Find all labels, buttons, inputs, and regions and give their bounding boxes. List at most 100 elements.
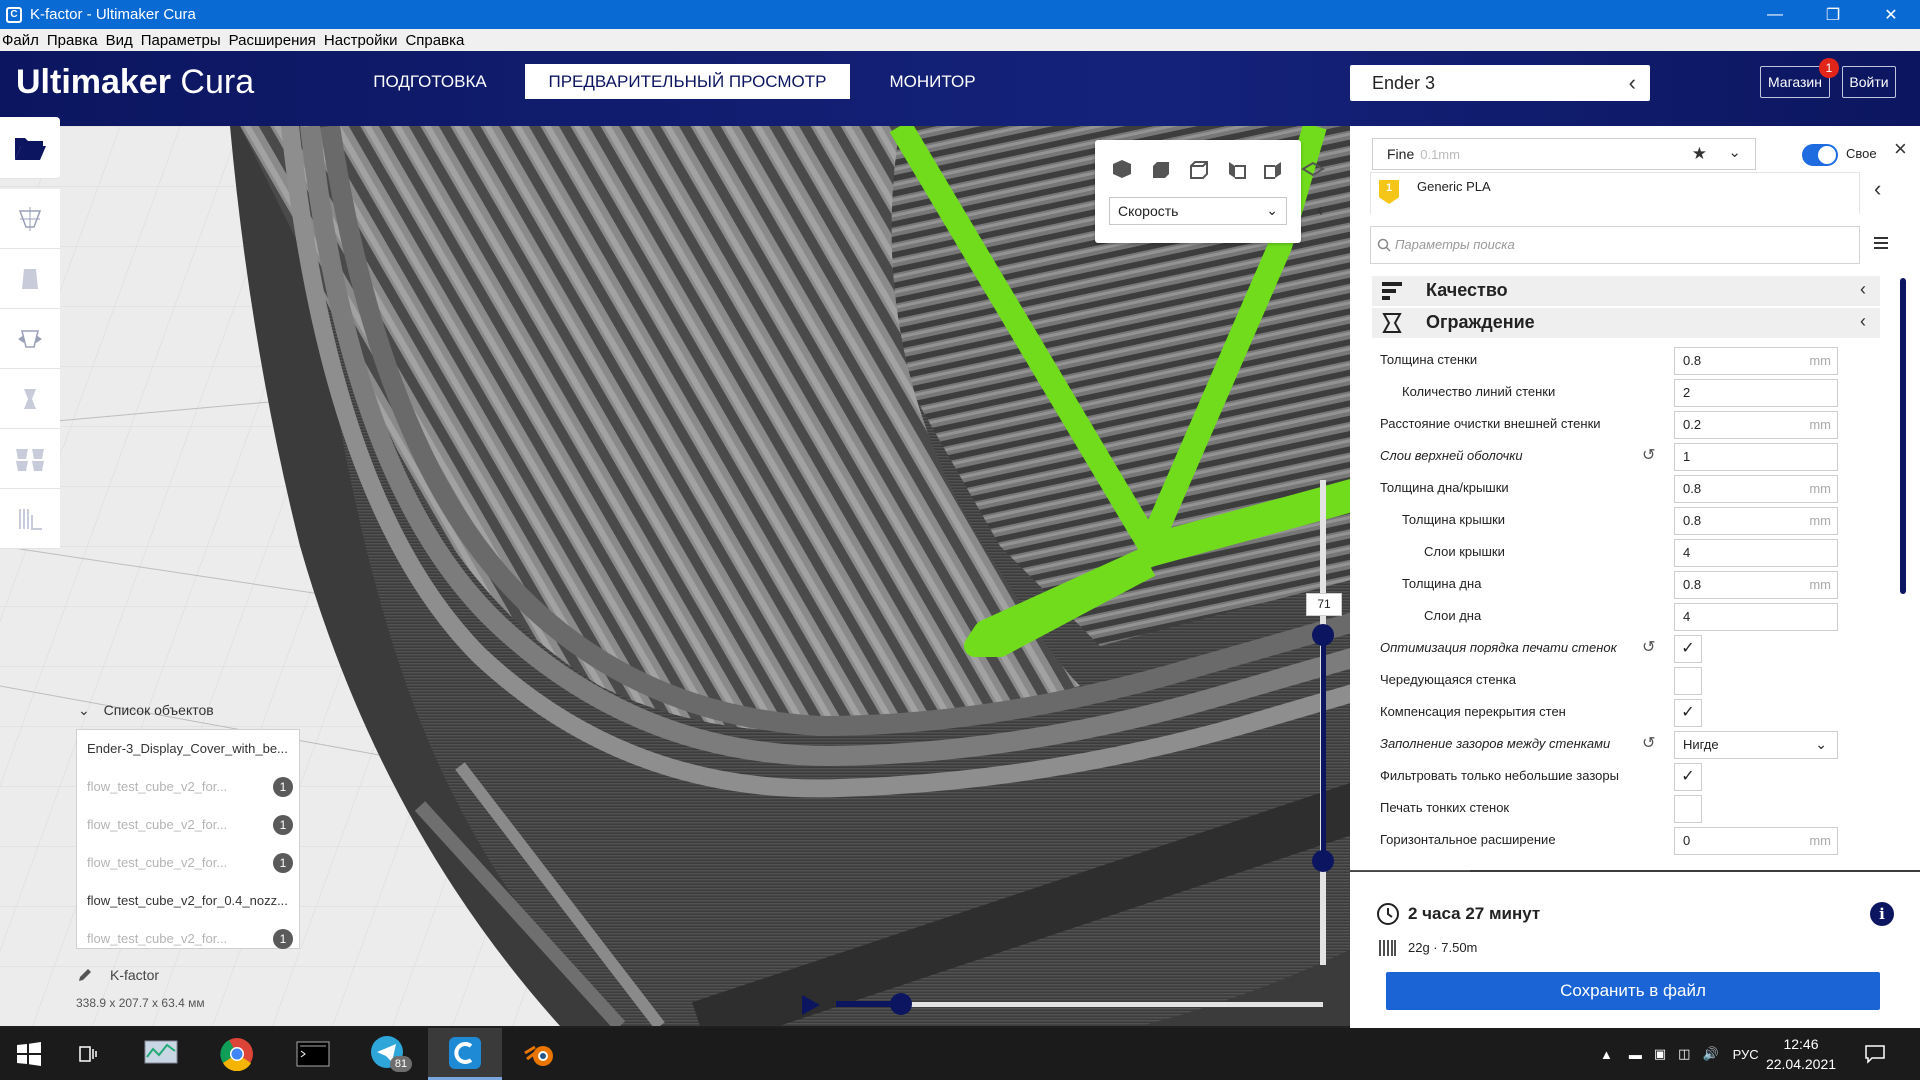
3d-view-icon[interactable]: [1111, 158, 1135, 180]
usb-icon[interactable]: ▬: [1629, 1047, 1642, 1062]
signin-button[interactable]: Войти: [1842, 66, 1896, 98]
setting-checkbox[interactable]: [1674, 667, 1702, 695]
category-shell[interactable]: Ограждение ‹: [1372, 308, 1880, 338]
job-name[interactable]: K-factor: [110, 967, 159, 983]
tab-preview[interactable]: ПРЕДВАРИТЕЛЬНЫЙ ПРОСМОТР: [525, 64, 850, 99]
list-item[interactable]: flow_test_cube_v2_for... 1: [77, 844, 299, 882]
chevron-down-icon: ⌄: [1815, 736, 1827, 752]
mirror-tool[interactable]: [0, 369, 60, 429]
list-item[interactable]: flow_test_cube_v2_for... 1: [77, 806, 299, 844]
scale-tool[interactable]: [0, 249, 60, 309]
layer-slider-upper-handle[interactable]: [1312, 624, 1334, 646]
battery-icon[interactable]: ▣: [1654, 1046, 1666, 1062]
collapse-material-icon[interactable]: ‹: [1874, 176, 1881, 202]
setting-dropdown[interactable]: Нигде ⌄: [1674, 731, 1838, 759]
move-tool[interactable]: [0, 189, 60, 249]
minimize-button[interactable]: —: [1746, 0, 1804, 29]
setting-input[interactable]: 4: [1674, 539, 1838, 567]
layer-view-icon[interactable]: [1301, 158, 1325, 180]
setting-checkbox[interactable]: ✓: [1674, 635, 1702, 663]
setting-input[interactable]: 0 mm: [1674, 827, 1838, 855]
printer-selector[interactable]: Ender 3 ‹: [1350, 65, 1650, 101]
setting-input[interactable]: 4: [1674, 603, 1838, 631]
list-item[interactable]: flow_test_cube_v2_for_0.4_nozz...: [77, 882, 299, 920]
setting-checkbox[interactable]: ✓: [1674, 763, 1702, 791]
layer-slider-lower-handle[interactable]: [1312, 850, 1334, 872]
profile-selector[interactable]: Fine 0.1mm ★ ⌄: [1372, 138, 1756, 170]
network-icon[interactable]: ◫: [1678, 1046, 1690, 1062]
support-blocker-tool[interactable]: [0, 489, 60, 549]
top-view-icon[interactable]: [1187, 158, 1211, 180]
info-icon[interactable]: i: [1870, 902, 1894, 926]
rotate-icon: [18, 329, 42, 348]
cura-app-icon: C: [6, 6, 22, 23]
extruder-badge: 1: [273, 853, 293, 873]
menu-edit[interactable]: Правка: [43, 32, 102, 49]
menu-help[interactable]: Справка: [401, 32, 468, 49]
volume-icon[interactable]: 🔊: [1702, 1046, 1718, 1062]
settings-search-input[interactable]: Параметры поиска: [1370, 226, 1860, 264]
rotate-tool[interactable]: [0, 309, 60, 369]
per-model-settings-tool[interactable]: [0, 429, 60, 489]
pencil-icon[interactable]: [76, 966, 94, 984]
front-view-icon[interactable]: [1149, 158, 1173, 180]
taskbar-app-blender[interactable]: [504, 1028, 578, 1080]
close-panel-icon[interactable]: ×: [1894, 136, 1907, 162]
setting-checkbox[interactable]: ✓: [1674, 699, 1702, 727]
settings-scrollbar[interactable]: [1900, 278, 1906, 594]
tab-prepare[interactable]: ПОДГОТОВКА: [345, 64, 515, 99]
play-simulation-icon[interactable]: [800, 993, 822, 1017]
settings-menu-icon[interactable]: [1872, 234, 1890, 252]
tab-monitor[interactable]: МОНИТОР: [865, 64, 1000, 99]
reset-icon[interactable]: ↺: [1642, 445, 1655, 465]
setting-value: 0.2: [1683, 417, 1702, 432]
taskbar-app-telegram[interactable]: 81: [352, 1028, 426, 1080]
taskbar-app-chrome[interactable]: [200, 1028, 274, 1080]
close-window-button[interactable]: ✕: [1862, 0, 1920, 29]
extruder-material-tab[interactable]: 1 Generic PLA: [1370, 172, 1860, 214]
profile-name: Fine: [1387, 146, 1415, 162]
setting-input[interactable]: 1: [1674, 443, 1838, 471]
taskbar-app-monitor[interactable]: [124, 1028, 198, 1080]
setting-input[interactable]: 0.8 mm: [1674, 475, 1838, 503]
layer-number-label[interactable]: 71: [1306, 593, 1342, 616]
restore-button[interactable]: ❐: [1804, 0, 1862, 29]
menu-view[interactable]: Вид: [102, 32, 137, 49]
menu-settings[interactable]: Параметры: [137, 32, 225, 49]
tray-expand-icon[interactable]: ▲: [1600, 1047, 1613, 1062]
category-quality[interactable]: Качество ‹: [1372, 276, 1880, 306]
windows-taskbar: 81 ▲ ▬ ▣ ◫ 🔊 РУС 12:46 22.04.2021: [0, 1028, 1920, 1080]
list-item[interactable]: flow_test_cube_v2_for... 1: [77, 920, 299, 958]
setting-input[interactable]: 0.2 mm: [1674, 411, 1838, 439]
task-view-button[interactable]: [58, 1028, 118, 1080]
setting-value: 2: [1683, 385, 1691, 400]
list-item[interactable]: flow_test_cube_v2_for... 1: [77, 768, 299, 806]
reset-icon[interactable]: ↺: [1642, 733, 1655, 753]
taskbar-clock[interactable]: 12:46 22.04.2021: [1736, 1034, 1866, 1074]
setting-label: Количество линий стенки: [1402, 384, 1556, 399]
star-icon[interactable]: ★: [1692, 139, 1707, 169]
collapse-view-panel-icon[interactable]: ‹: [1317, 200, 1323, 221]
reset-icon[interactable]: ↺: [1642, 637, 1655, 657]
menu-extensions[interactable]: Расширения: [225, 32, 320, 49]
color-scheme-select[interactable]: Скорость ⌄: [1109, 197, 1287, 225]
start-button[interactable]: [0, 1028, 58, 1080]
path-slider-handle[interactable]: [890, 993, 912, 1015]
right-view-icon[interactable]: [1263, 158, 1287, 180]
taskbar-app-cura[interactable]: [428, 1028, 502, 1080]
notifications-icon[interactable]: [1864, 1044, 1886, 1064]
list-item[interactable]: Ender-3_Display_Cover_with_be...: [77, 730, 299, 768]
setting-input[interactable]: 0.8 mm: [1674, 571, 1838, 599]
taskbar-app-terminal[interactable]: [276, 1028, 350, 1080]
setting-input[interactable]: 0.8 mm: [1674, 347, 1838, 375]
menu-file[interactable]: Файл: [0, 32, 43, 49]
setting-input[interactable]: 2: [1674, 379, 1838, 407]
save-to-file-button[interactable]: Сохранить в файл: [1386, 972, 1880, 1010]
object-list-header[interactable]: ⌄ Список объектов: [78, 702, 214, 719]
custom-mode-toggle[interactable]: [1802, 144, 1838, 166]
setting-input[interactable]: 0.8 mm: [1674, 507, 1838, 535]
open-file-button[interactable]: [0, 117, 60, 179]
menu-preferences[interactable]: Настройки: [320, 32, 402, 49]
left-view-icon[interactable]: [1225, 158, 1249, 180]
setting-checkbox[interactable]: [1674, 795, 1702, 823]
